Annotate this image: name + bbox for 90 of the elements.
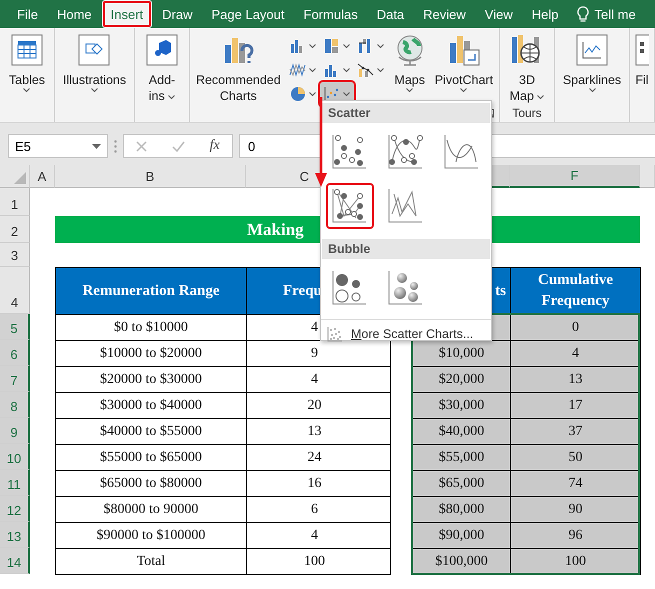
shapes-icon bbox=[78, 34, 110, 66]
caret-icon bbox=[377, 44, 384, 48]
sparkline-icon bbox=[576, 34, 608, 66]
chart-option[interactable] bbox=[326, 183, 374, 229]
table-cell: Total bbox=[55, 548, 247, 575]
row-number[interactable]: 6 bbox=[0, 340, 30, 366]
ribbon-button-label[interactable]: Map bbox=[510, 88, 544, 104]
row-number[interactable]: 5 bbox=[0, 314, 30, 340]
table-cell: 90 bbox=[510, 496, 641, 523]
row-number[interactable]: 10 bbox=[0, 444, 30, 470]
table-cell: 4 bbox=[510, 340, 641, 367]
caret-icon bbox=[343, 92, 350, 96]
ribbon-button-label[interactable]: Sparklines bbox=[562, 72, 622, 88]
row-number[interactable]: 1 bbox=[0, 188, 30, 216]
table-header: Remuneration Range bbox=[55, 267, 247, 315]
caret-icon bbox=[343, 44, 350, 48]
caret-icon bbox=[377, 68, 384, 72]
table-cell: 13 bbox=[510, 366, 641, 393]
row-number[interactable]: 7 bbox=[0, 366, 30, 392]
ribbon-tab[interactable]: Insert bbox=[102, 0, 152, 28]
group-label: Tours bbox=[512, 106, 542, 120]
row-number[interactable]: 12 bbox=[0, 496, 30, 522]
ribbon-button-label[interactable]: Illustrations bbox=[62, 72, 126, 88]
row-number[interactable]: 2 bbox=[0, 216, 30, 243]
ribbon-button-label[interactable]: Tables bbox=[8, 72, 46, 88]
table-cell: $90,000 bbox=[412, 522, 511, 549]
table-cell: $80,000 bbox=[412, 496, 511, 523]
table-cell: $10,000 bbox=[412, 340, 511, 367]
ribbon-tab[interactable]: File bbox=[8, 0, 47, 28]
dropdown-arrow-icon bbox=[92, 144, 101, 148]
table-header: Cumulative Frequency bbox=[510, 267, 641, 315]
column-header[interactable]: F bbox=[510, 165, 640, 188]
tell-me-field[interactable]: Tell me bbox=[594, 6, 636, 22]
table-cell: $100,000 bbox=[412, 548, 511, 575]
name-box[interactable]: E5 bbox=[8, 134, 108, 158]
row-number[interactable]: 8 bbox=[0, 392, 30, 418]
column-header[interactable]: B bbox=[55, 165, 246, 188]
lightbulb-icon[interactable] bbox=[576, 6, 588, 22]
ribbon-tab[interactable]: Draw bbox=[153, 0, 202, 28]
ribbon-tab[interactable]: Formulas bbox=[294, 0, 367, 28]
ribbon-tab[interactable]: View bbox=[476, 0, 522, 28]
row-number[interactable]: 14 bbox=[0, 548, 30, 574]
line-chart-icon bbox=[289, 61, 308, 79]
checkmark-icon[interactable] bbox=[172, 140, 185, 152]
table-cell: 74 bbox=[510, 470, 641, 497]
table-cell: 0 bbox=[510, 314, 641, 341]
section-heading: Scatter bbox=[322, 103, 490, 123]
table-cell: 37 bbox=[510, 418, 641, 445]
scatter-dots-icon bbox=[327, 326, 343, 342]
table-cell: $30,000 bbox=[412, 392, 511, 419]
table-cell: 96 bbox=[510, 522, 641, 549]
column-header[interactable]: A bbox=[30, 165, 55, 188]
pie-chart-icon bbox=[289, 85, 308, 103]
ribbon-button-label[interactable]: PivotChart bbox=[434, 72, 494, 88]
row-number[interactable]: 11 bbox=[0, 470, 30, 496]
section-heading: Bubble bbox=[322, 239, 490, 259]
caret-icon bbox=[309, 44, 316, 48]
drag-handle-icon[interactable] bbox=[114, 140, 117, 152]
caret-icon bbox=[309, 92, 316, 96]
table-cell: $65,000 bbox=[412, 470, 511, 497]
table-cell: 17 bbox=[510, 392, 641, 419]
ribbon-tab[interactable]: Data bbox=[368, 0, 414, 28]
ribbon-button-label[interactable]: ins bbox=[148, 88, 176, 104]
row-number[interactable]: 9 bbox=[0, 418, 30, 444]
row-number[interactable]: 3 bbox=[0, 243, 30, 267]
ribbon-button-label[interactable]: 3D bbox=[519, 72, 535, 88]
table-cell: $55,000 bbox=[412, 444, 511, 471]
ribbon-button-label[interactable]: Add- bbox=[148, 72, 176, 88]
row-number[interactable]: 13 bbox=[0, 522, 30, 548]
insert-function-button[interactable]: fx bbox=[210, 138, 220, 154]
row-number[interactable]: 4 bbox=[0, 267, 30, 314]
ribbon-button-label[interactable]: Maps bbox=[394, 72, 425, 88]
table-cell: 50 bbox=[510, 444, 641, 471]
combo-chart-icon bbox=[357, 61, 376, 79]
cube-icon bbox=[146, 34, 178, 66]
caret-icon bbox=[309, 68, 316, 72]
table-cell: 100 bbox=[246, 548, 391, 575]
ribbon-tab[interactable]: Help bbox=[522, 0, 568, 28]
table-cell: $20,000 bbox=[412, 366, 511, 393]
ribbon-tab[interactable]: Home bbox=[48, 0, 101, 28]
ribbon-tab[interactable]: Page Layout bbox=[202, 0, 294, 28]
ribbon-tab[interactable]: Review bbox=[414, 0, 475, 28]
table-icon bbox=[10, 34, 43, 66]
filter-icon bbox=[635, 34, 649, 66]
ribbon-button-label[interactable]: Recommended bbox=[196, 72, 281, 88]
ribbon-button-label[interactable]: Charts bbox=[220, 88, 257, 104]
table-cell: 100 bbox=[510, 548, 641, 575]
ribbon-button-label[interactable]: Fil bbox=[635, 72, 649, 88]
table-cell: $40,000 bbox=[412, 418, 511, 445]
caret-icon bbox=[343, 68, 350, 72]
